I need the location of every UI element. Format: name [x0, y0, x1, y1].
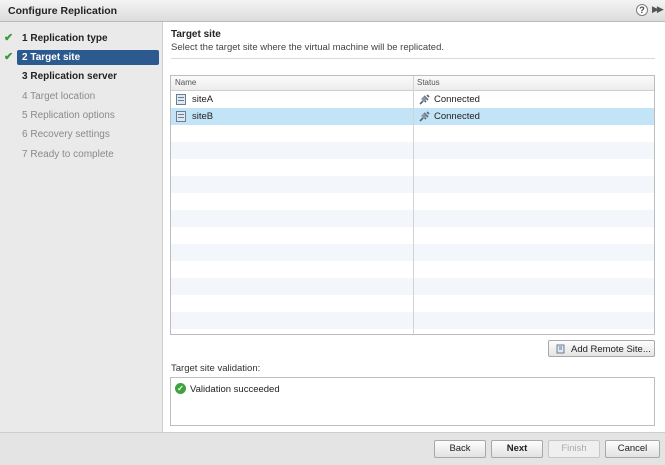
step-label: Target location [30, 91, 96, 102]
page-title: Target site [171, 29, 221, 40]
page-subtitle: Select the target site where the virtual… [171, 42, 444, 53]
cancel-button[interactable]: Cancel [605, 440, 660, 458]
step-label: Target site [30, 52, 81, 63]
connected-icon [419, 111, 430, 122]
step-label: Replication options [30, 110, 115, 121]
validation-message: Validation succeeded [190, 384, 280, 395]
wizard-step-7: 7 Ready to complete [17, 147, 159, 162]
column-header-status[interactable]: Status [417, 78, 440, 87]
add-site-icon [556, 344, 565, 354]
check-icon: ✔ [4, 51, 14, 63]
column-divider[interactable] [413, 76, 414, 334]
step-label: Replication type [30, 33, 108, 44]
step-number: 6 [22, 129, 28, 140]
site-icon [176, 94, 186, 105]
step-number: 2 [22, 52, 28, 63]
site-icon [176, 111, 186, 122]
connected-icon [419, 94, 430, 105]
wizard-step-5: 5 Replication options [17, 108, 159, 123]
header-divider [171, 58, 655, 59]
step-number: 5 [22, 110, 28, 121]
step-number: 7 [22, 149, 28, 160]
success-check-icon: ✓ [175, 383, 186, 394]
site-status: Connected [434, 111, 480, 122]
wizard-step-4: 4 Target location [17, 89, 159, 104]
step-number: 3 [22, 71, 28, 82]
next-button[interactable]: Next [491, 440, 543, 458]
site-name: siteA [192, 94, 214, 105]
check-icon: ✔ [4, 32, 14, 44]
site-status: Connected [434, 94, 480, 105]
step-number: 1 [22, 33, 28, 44]
site-name: siteB [192, 111, 214, 122]
wizard-step-3[interactable]: 3 Replication server [17, 69, 159, 84]
finish-button: Finish [548, 440, 600, 458]
wizard-step-6: 6 Recovery settings [17, 127, 159, 142]
add-remote-site-button[interactable]: Add Remote Site... [548, 340, 655, 357]
back-button[interactable]: Back [434, 440, 486, 458]
expand-icon[interactable]: ▶▶ [652, 4, 664, 15]
dialog-titlebar: Configure Replication ? ▶▶ [0, 0, 665, 22]
step-number: 4 [22, 91, 28, 102]
dialog-title: Configure Replication [8, 5, 118, 17]
help-icon[interactable]: ? [636, 4, 648, 16]
validation-box: ✓ Validation succeeded [170, 377, 655, 426]
step-label: Replication server [30, 71, 118, 82]
add-remote-site-label: Add Remote Site... [571, 344, 651, 355]
step-label: Ready to complete [30, 149, 114, 160]
step-label: Recovery settings [30, 129, 110, 140]
column-header-name[interactable]: Name [175, 78, 196, 87]
validation-label: Target site validation: [171, 363, 261, 374]
target-site-grid: Name Status siteA Connected siteB Connec… [170, 75, 655, 335]
